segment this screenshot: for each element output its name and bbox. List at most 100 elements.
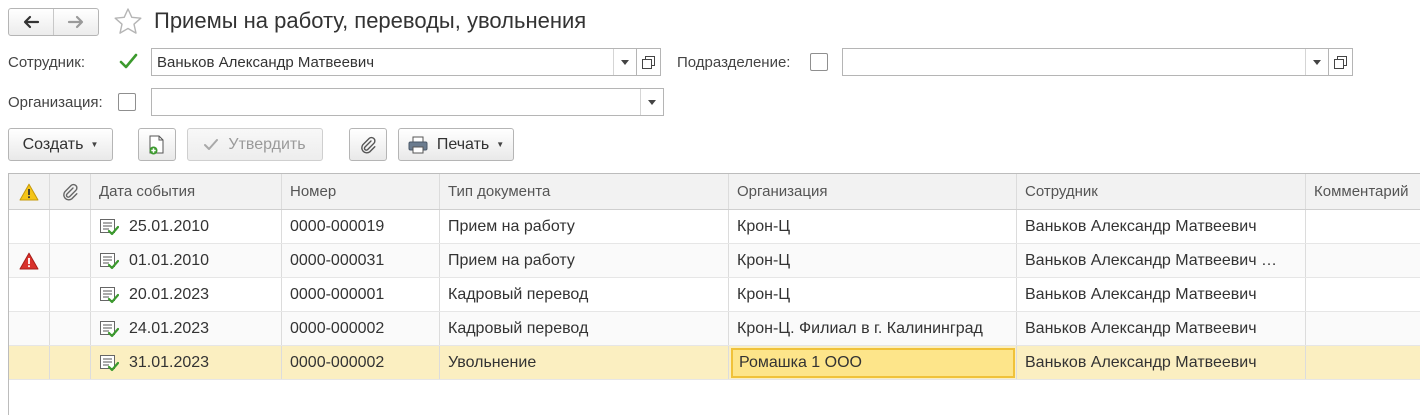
table-row[interactable]: 01.01.2010 0000-000031 Прием на работу Крон… [9, 244, 1420, 278]
arrow-right-icon [67, 15, 84, 29]
employee-filter-checkbox[interactable] [118, 52, 138, 70]
table-row[interactable]: 31.01.2023 0000-000002 Увольнение Ромашка 1… [9, 346, 1420, 380]
warning-cell [9, 346, 50, 379]
attachments-button[interactable] [349, 128, 387, 161]
organization-field[interactable] [151, 88, 664, 116]
arrow-left-icon [23, 15, 40, 29]
warning-cell [9, 278, 50, 311]
employee-cell: Ваньков Александр Матвеевич … [1017, 244, 1306, 277]
document-posted-icon [100, 354, 119, 371]
doc-type-cell: Кадровый перевод [440, 312, 729, 345]
employee-field[interactable]: Ваньков Александр Матвеевич [151, 48, 637, 76]
organization-cell: Крон-Ц. Филиал в г. Калининград [729, 312, 1017, 345]
warning-icon [19, 183, 39, 200]
employee-open-button[interactable] [637, 48, 661, 76]
attachment-cell [50, 312, 91, 345]
organization-cell: Крон-Ц [729, 278, 1017, 311]
date-cell: 20.01.2023 [91, 278, 282, 311]
department-open-button[interactable] [1329, 48, 1353, 76]
doc-type-cell: Прием на работу [440, 244, 729, 277]
document-posted-icon [100, 286, 119, 303]
comment-cell [1306, 346, 1420, 379]
warning-column-header[interactable] [9, 174, 50, 209]
table-row[interactable]: 25.01.2010 0000-000019 Прием на работу Крон… [9, 210, 1420, 244]
print-button-label: Печать [436, 135, 490, 153]
approve-button-label: Утвердить [228, 135, 306, 153]
document-posted-icon [100, 252, 119, 269]
checkmark-icon [119, 53, 138, 69]
date-cell: 25.01.2010 [91, 210, 282, 243]
organization-cell: Крон-Ц [729, 244, 1017, 277]
column-header-organization[interactable]: Организация [729, 174, 1017, 209]
department-field[interactable] [842, 48, 1329, 76]
number-cell: 0000-000001 [282, 278, 440, 311]
date-value: 01.01.2010 [129, 251, 210, 269]
back-button[interactable] [9, 9, 53, 35]
doc-type-cell: Увольнение [440, 346, 729, 379]
document-posted-icon [100, 320, 119, 337]
documents-table[interactable]: Дата события Номер Тип документа Организ… [8, 173, 1420, 415]
page-title: Приемы на работу, переводы, увольнения [154, 8, 587, 33]
approve-button[interactable]: Утвердить [187, 128, 323, 161]
column-header-number[interactable]: Номер [282, 174, 440, 209]
attachment-cell [50, 278, 91, 311]
organization-label: Организация: [8, 94, 103, 111]
chevron-down-icon [621, 59, 629, 65]
warning-cell [9, 312, 50, 345]
focused-cell[interactable]: Ромашка 1 ООО [731, 347, 1015, 378]
navigation-buttons [8, 8, 99, 36]
comment-cell [1306, 244, 1420, 277]
open-window-icon [1334, 55, 1347, 69]
create-button-label: Создать [22, 135, 84, 153]
organization-cell[interactable]: Ромашка 1 ООО [729, 346, 1017, 379]
forward-button[interactable] [53, 9, 98, 35]
table-row[interactable]: 24.01.2023 0000-000002 Кадровый перевод Кро… [9, 312, 1420, 346]
employee-cell: Ваньков Александр Матвеевич [1017, 312, 1306, 345]
table-body: 25.01.2010 0000-000019 Прием на работу Крон… [9, 210, 1420, 380]
number-cell: 0000-000019 [282, 210, 440, 243]
create-button[interactable]: Создать ▼ [8, 128, 113, 161]
warning-cell [9, 244, 50, 277]
chevron-down-icon [1313, 59, 1321, 65]
date-value: 24.01.2023 [129, 319, 210, 337]
warning-cell [9, 210, 50, 243]
column-header-date[interactable]: Дата события [91, 174, 282, 209]
doc-type-cell: Кадровый перевод [440, 278, 729, 311]
table-header: Дата события Номер Тип документа Организ… [9, 174, 1420, 210]
number-cell: 0000-000031 [282, 244, 440, 277]
employee-dropdown-button[interactable] [613, 49, 636, 75]
department-filter-checkbox[interactable] [810, 53, 828, 71]
number-cell: 0000-000002 [282, 312, 440, 345]
attachment-column-header[interactable] [50, 174, 91, 209]
date-value: 25.01.2010 [129, 217, 210, 235]
attachment-cell [50, 346, 91, 379]
error-triangle-icon [19, 252, 39, 269]
printer-icon [408, 136, 428, 153]
date-cell: 01.01.2010 [91, 244, 282, 277]
employee-field-value: Ваньков Александр Матвеевич [157, 53, 375, 71]
attachment-cell [50, 210, 91, 243]
column-header-employee[interactable]: Сотрудник [1017, 174, 1306, 209]
employee-label: Сотрудник: [8, 54, 86, 71]
print-button[interactable]: Печать ▼ [398, 128, 514, 161]
number-cell: 0000-000002 [282, 346, 440, 379]
star-icon[interactable] [112, 6, 144, 38]
date-value: 20.01.2023 [129, 285, 210, 303]
organization-filter-checkbox[interactable] [118, 93, 136, 111]
column-header-doc-type[interactable]: Тип документа [440, 174, 729, 209]
chevron-down-icon [648, 99, 656, 105]
paperclip-icon [63, 183, 78, 200]
department-dropdown-button[interactable] [1305, 49, 1328, 75]
organization-dropdown-button[interactable] [640, 89, 663, 115]
check-icon [204, 138, 219, 150]
column-header-comment[interactable]: Комментарий [1306, 174, 1420, 209]
table-row[interactable]: 20.01.2023 0000-000001 Кадровый перевод Кро… [9, 278, 1420, 312]
date-value: 31.01.2023 [129, 353, 210, 371]
attachment-cell [50, 244, 91, 277]
comment-cell [1306, 210, 1420, 243]
doc-type-cell: Прием на работу [440, 210, 729, 243]
copy-document-button[interactable] [138, 128, 176, 161]
employee-cell: Ваньков Александр Матвеевич [1017, 278, 1306, 311]
department-label: Подразделение: [677, 54, 791, 71]
date-cell: 24.01.2023 [91, 312, 282, 345]
